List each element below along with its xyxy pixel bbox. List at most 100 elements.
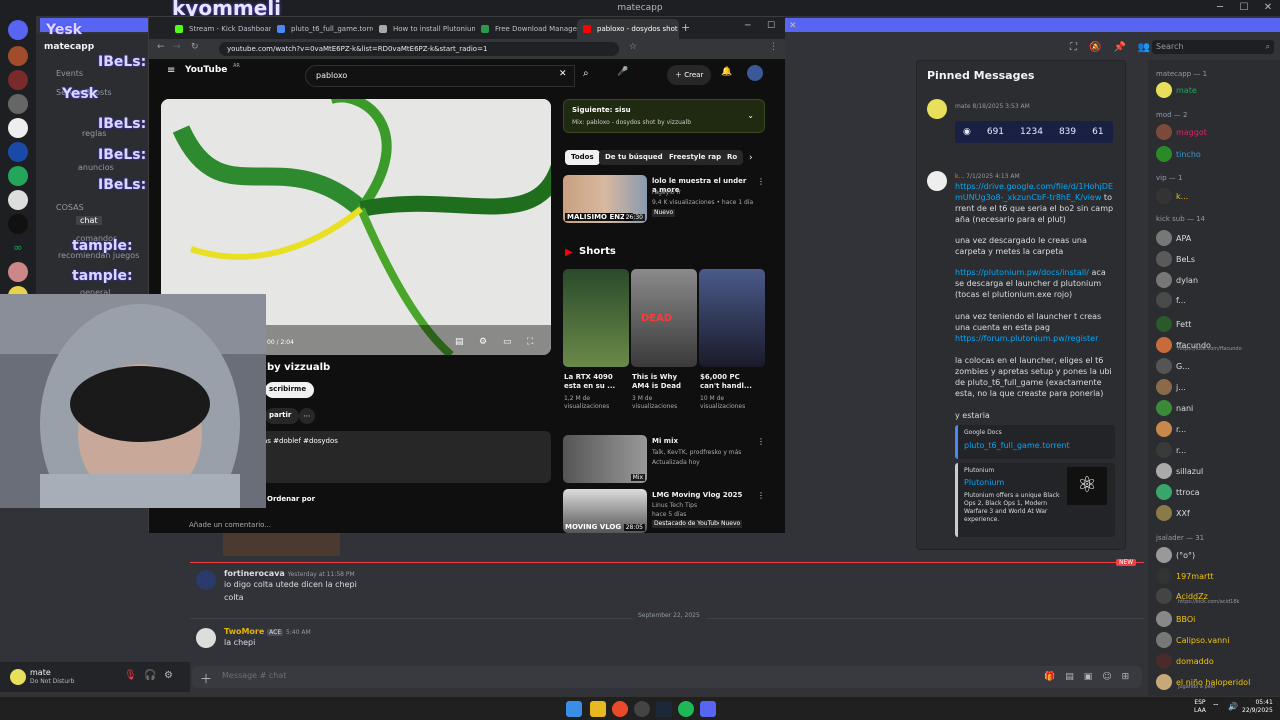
server-icon[interactable]	[8, 70, 28, 90]
chevron-down-icon[interactable]: ⌄	[747, 111, 754, 120]
emoji-icon[interactable]: ☺	[1102, 672, 1111, 682]
video-thumbnail[interactable]: MALISIMO ENZO 26:30	[563, 175, 647, 223]
member-item[interactable]: dylan	[1156, 272, 1198, 288]
browser-maximize-button[interactable]: ☐	[767, 21, 775, 31]
avatar[interactable]	[1156, 505, 1172, 521]
avatar[interactable]	[1156, 400, 1172, 416]
settings-gear-icon[interactable]: ⚙	[164, 670, 173, 681]
deafen-icon[interactable]: 🎧	[144, 670, 156, 681]
avatar[interactable]	[196, 570, 216, 590]
settings-icon[interactable]: ⚙	[479, 337, 487, 347]
avatar[interactable]	[1156, 484, 1172, 500]
gif-icon[interactable]: ▤	[1065, 672, 1074, 682]
avatar[interactable]	[1156, 188, 1172, 204]
avatar[interactable]	[1156, 251, 1172, 267]
avatar[interactable]	[1156, 442, 1172, 458]
mix-thumbnail[interactable]: Mix	[563, 435, 647, 483]
message-author[interactable]: fortinerocava	[224, 569, 285, 578]
avatar[interactable]	[1156, 674, 1172, 690]
short-thumbnail[interactable]	[699, 269, 765, 367]
rec-channel[interactable]: rageylo fr	[652, 189, 681, 197]
member-item[interactable]: maggot	[1156, 124, 1207, 140]
members-icon[interactable]: 👥	[1138, 42, 1150, 53]
avatar[interactable]	[1156, 337, 1172, 353]
register-link-text[interactable]: https://forum.plutonium.pw/register	[955, 334, 1098, 343]
avatar[interactable]	[1156, 463, 1172, 479]
server-name[interactable]: matecapp	[44, 42, 94, 52]
member-item[interactable]: G...	[1156, 358, 1190, 374]
browser-tab[interactable]: Free Download Manager	[475, 19, 577, 39]
member-item[interactable]: r...	[1156, 442, 1186, 458]
pinned-author[interactable]: mate	[955, 103, 971, 110]
steam-icon[interactable]	[656, 701, 672, 717]
short-title[interactable]: $6,000 PC can't handl...	[700, 373, 754, 391]
sort-comments-button[interactable]: Ordenar por	[267, 495, 315, 503]
member-item[interactable]: domaddo	[1156, 653, 1214, 669]
short-title[interactable]: La RTX 4090 esta en su ...	[564, 373, 618, 391]
pinned-author[interactable]: k...	[955, 173, 964, 180]
short-thumbnail[interactable]: DEAD	[631, 269, 697, 367]
browser-tab[interactable]: Stream - Kick Dashboard	[169, 19, 271, 39]
more-options-icon[interactable]: ⋮	[757, 177, 765, 186]
avatar[interactable]	[1156, 316, 1172, 332]
message-author[interactable]: TwoMore	[224, 627, 264, 636]
back-icon[interactable]: ←	[157, 42, 165, 52]
chevron-right-icon[interactable]: ›	[749, 153, 753, 163]
chrome-icon[interactable]	[612, 701, 628, 717]
avatar[interactable]	[927, 171, 947, 191]
member-item[interactable]: Fett	[1156, 316, 1191, 332]
subscribe-button[interactable]: scribirme	[265, 382, 315, 398]
avatar[interactable]	[1156, 611, 1172, 627]
browser-close-button[interactable]: ✕	[789, 21, 797, 31]
hamburger-menu-icon[interactable]: ≡	[167, 65, 175, 76]
avatar[interactable]	[1156, 588, 1172, 604]
more-options-icon[interactable]: ⋮	[757, 437, 765, 446]
language-indicator[interactable]: ESP LAA	[1194, 699, 1206, 715]
spotify-icon[interactable]	[678, 701, 694, 717]
member-item[interactable]: sillazul	[1156, 463, 1203, 479]
avatar[interactable]	[10, 669, 26, 685]
minimize-button[interactable]: ─	[1208, 0, 1232, 16]
server-icon[interactable]	[8, 190, 28, 210]
browser-tab[interactable]: pabloxo - dosydos shot	[577, 19, 679, 39]
pin-icon[interactable]: 📌	[1113, 42, 1125, 53]
create-button[interactable]: ＋ Crear	[667, 65, 712, 85]
theater-mode-icon[interactable]: ▭	[503, 337, 512, 347]
member-item[interactable]: k...	[1156, 188, 1188, 204]
drive-link[interactable]: https://drive.google.com/file/d/1HohjDEm…	[955, 182, 1113, 202]
member-item[interactable]: tincho	[1156, 146, 1201, 162]
browser-tab[interactable]: How to install Plutonium	[373, 19, 475, 39]
chip-all[interactable]: Todos	[565, 150, 600, 165]
avatar[interactable]	[1156, 358, 1172, 374]
avatar[interactable]	[1156, 272, 1172, 288]
search-input[interactable]: Search ⌕	[1152, 40, 1274, 54]
short-thumbnail[interactable]	[563, 269, 629, 367]
member-item[interactable]: BBOi	[1156, 611, 1195, 627]
volume-icon[interactable]: 🔊	[1228, 702, 1238, 711]
member-item[interactable]: APA	[1156, 230, 1191, 246]
chip-freestyle[interactable]: Freestyle rap	[663, 150, 728, 165]
start-icon[interactable]	[566, 701, 582, 717]
rec-title[interactable]: LMG Moving Vlog 2025	[652, 491, 742, 500]
user-name[interactable]: mate	[30, 668, 51, 677]
mute-microphone-icon[interactable]: 🎙	[124, 670, 137, 681]
avatar[interactable]	[1156, 230, 1172, 246]
avatar[interactable]	[1156, 547, 1172, 563]
avatar[interactable]	[1156, 653, 1172, 669]
more-options-icon[interactable]: ⋮	[757, 491, 765, 500]
server-icon[interactable]	[8, 142, 28, 162]
member-item[interactable]: ttroca	[1156, 484, 1200, 500]
member-item[interactable]: XXf	[1156, 505, 1190, 521]
search-input[interactable]: pabloxo	[305, 65, 575, 87]
menu-icon[interactable]: ⋮	[769, 42, 778, 52]
avatar[interactable]	[1156, 146, 1172, 162]
member-item[interactable]: f...	[1156, 292, 1186, 308]
avatar[interactable]	[1156, 124, 1172, 140]
subtitles-icon[interactable]: ▤	[455, 337, 464, 347]
notifications-bell-icon[interactable]: 🔔	[721, 67, 732, 77]
browser-tab[interactable]: pluto_t6_full_game.torrent	[271, 19, 373, 39]
url-input[interactable]: youtube.com/watch?v=0vaMtE6PZ-k&list=RD0…	[219, 42, 619, 56]
rec-title[interactable]: Mi mix	[652, 437, 678, 446]
threads-icon[interactable]: ⛶	[1070, 42, 1077, 53]
member-item[interactable]: j...	[1156, 379, 1186, 395]
